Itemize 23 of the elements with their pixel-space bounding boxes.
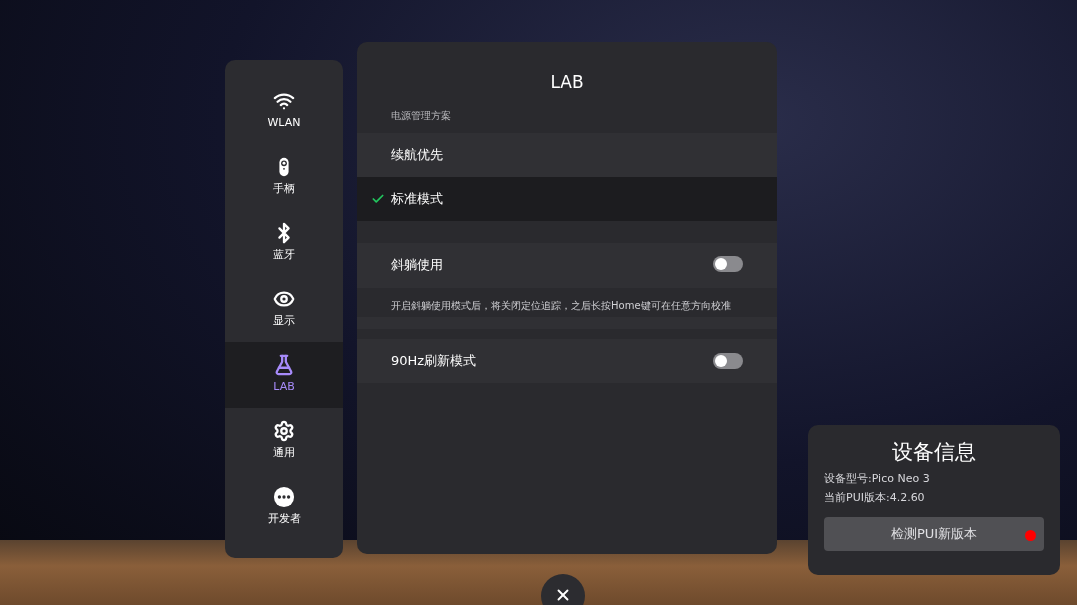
sidebar-item[interactable]: 通用: [225, 408, 343, 474]
settings-icon: [273, 420, 295, 443]
sidebar-item[interactable]: 手柄: [225, 144, 343, 210]
setting-label: 90Hz刷新模式: [391, 352, 477, 370]
section-label: 电源管理方案: [390, 108, 452, 123]
sidebar-item[interactable]: WLAN: [225, 78, 343, 144]
power-option[interactable]: 续航优先: [357, 132, 777, 177]
toggle-switch[interactable]: [713, 256, 743, 273]
sidebar-item[interactable]: LAB: [225, 342, 343, 408]
power-option[interactable]: 标准模式: [357, 176, 777, 221]
setting-description: 开启斜躺使用模式后，将关闭定位追踪，之后长按Home键可在任意方向校准: [357, 288, 777, 317]
card-title: 设备信息: [891, 439, 977, 466]
info-line: 设备型号:Pico Neo 3: [824, 470, 931, 487]
sidebar-item[interactable]: 显示: [225, 276, 343, 342]
setting-label: 斜躺使用: [391, 255, 443, 274]
more-icon: [273, 486, 295, 509]
panel-title: LAB: [549, 71, 585, 94]
sidebar-item[interactable]: 开发者: [225, 474, 343, 540]
flask-icon: [273, 354, 295, 377]
sidebar-item[interactable]: 蓝牙: [225, 210, 343, 276]
toggle-switch[interactable]: [713, 352, 743, 369]
info-line: 当前PUI版本:4.2.60: [824, 489, 926, 506]
check-update-button[interactable]: 检测PUI新版本: [824, 516, 1044, 551]
